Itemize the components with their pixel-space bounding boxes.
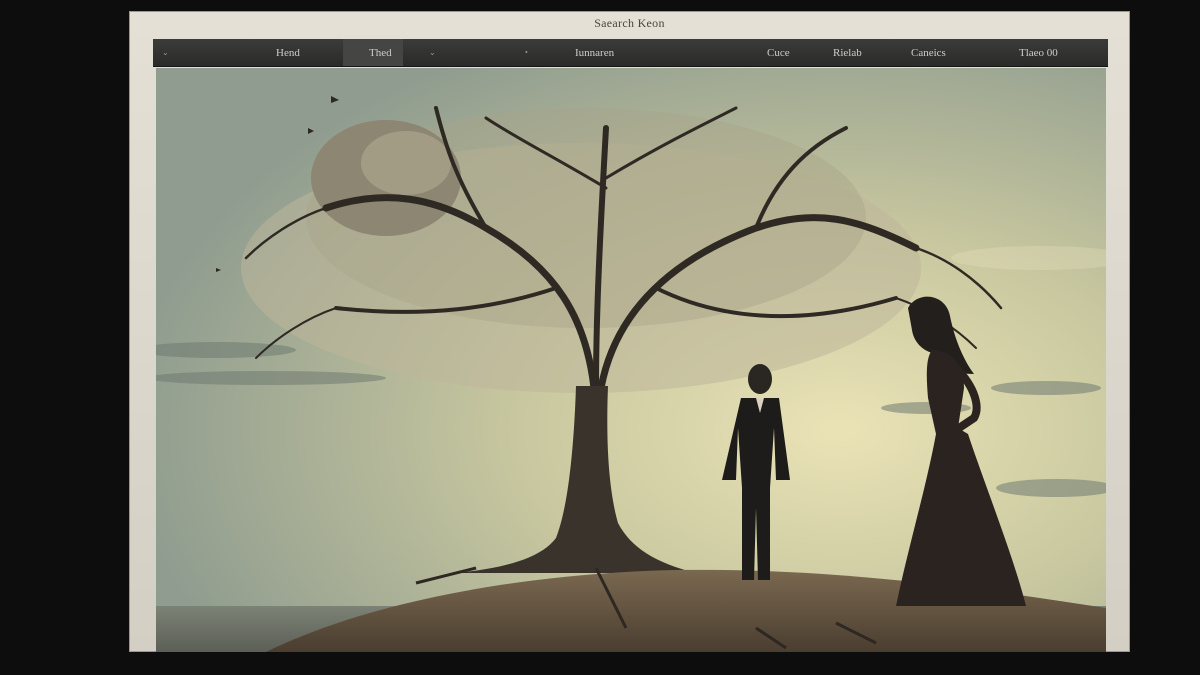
menu-rielab[interactable]: Rielab (833, 39, 862, 66)
image-canvas[interactable] (156, 68, 1106, 652)
menu-cuce[interactable]: Cuce (767, 39, 790, 66)
menu-hend[interactable]: Hend (276, 39, 300, 66)
menu-caneics[interactable]: Caneics (911, 39, 946, 66)
window-title: Saearch Keon (594, 16, 665, 30)
menu-iunnaren[interactable]: Iunnaren (575, 39, 614, 66)
menu-dropdown-toggle[interactable]: ⌄ (162, 39, 169, 66)
menu-dot: • (525, 48, 528, 57)
menu-tlaeo[interactable]: Tlaeo 00 (1019, 39, 1058, 66)
menu-bar: ⌄ Hend Thed ⌄ • Iunnaren Cuce Rielab Can… (153, 39, 1108, 67)
menu-thed[interactable]: Thed (369, 39, 392, 66)
chevron-down-icon[interactable]: ⌄ (429, 39, 436, 66)
app-window: Saearch Keon ⌄ Hend Thed ⌄ • Iunnaren Cu… (129, 11, 1130, 652)
